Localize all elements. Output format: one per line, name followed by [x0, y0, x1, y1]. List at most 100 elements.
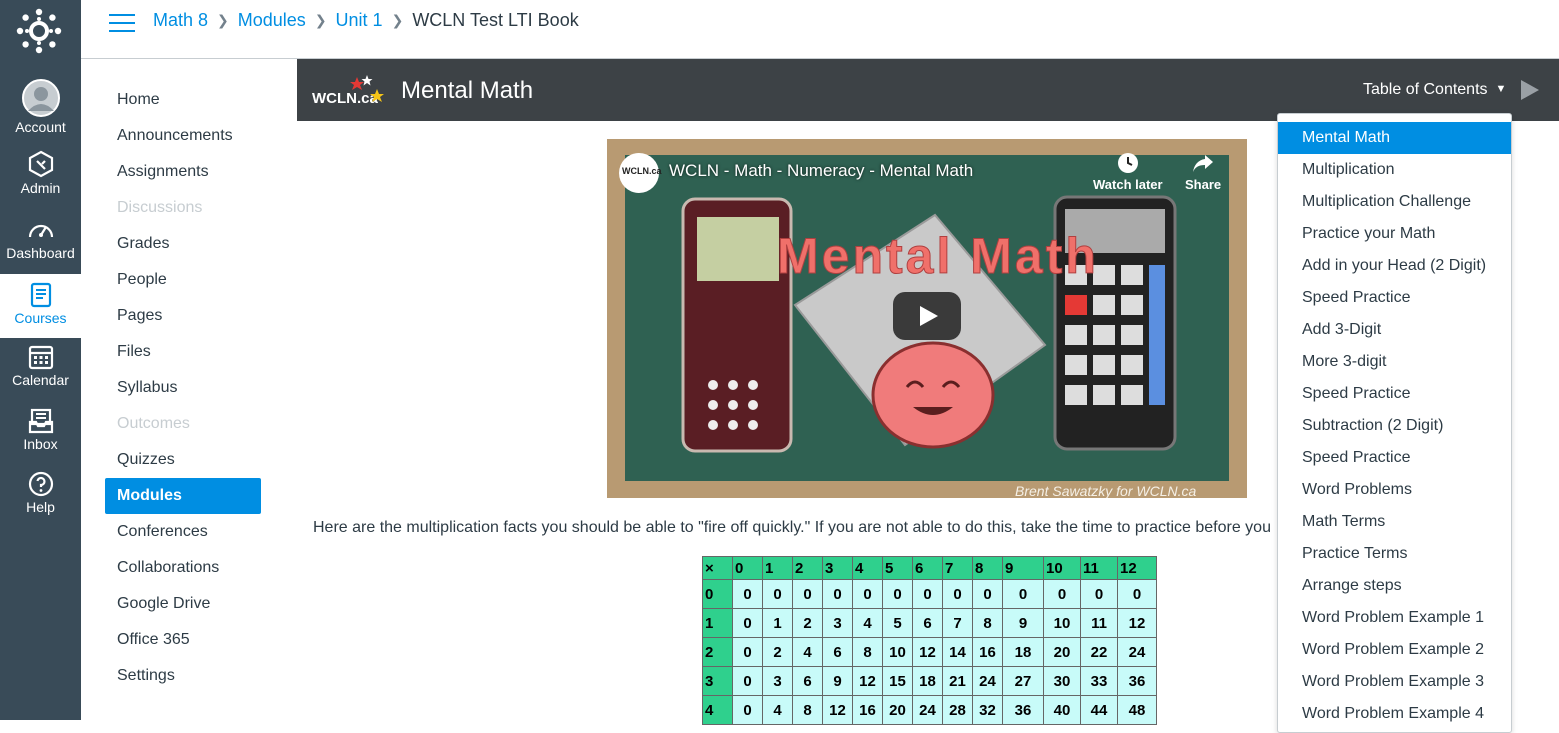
toc-dropdown-button[interactable]: Table of Contents ▼ — [1363, 81, 1506, 99]
table-cell: 0 — [732, 608, 763, 638]
toc-item[interactable]: Add in your Head (2 Digit) — [1278, 250, 1511, 282]
table-cell: 0 — [882, 579, 913, 609]
share-arrow-icon — [1193, 155, 1214, 172]
table-header-cell: 2 — [792, 556, 823, 580]
course-nav-announcements[interactable]: Announcements — [105, 118, 261, 154]
video-credit: Brent Sawatzky for WCLN.ca — [1015, 483, 1197, 498]
global-nav-inbox[interactable]: Inbox — [0, 408, 81, 460]
table-row: 00000000000000 — [702, 579, 1157, 609]
breadcrumb-course[interactable]: Math 8 — [153, 10, 208, 31]
global-nav-account[interactable]: Account — [0, 79, 81, 135]
toc-dropdown-menu: Mental Math Multiplication Multiplication … — [1277, 113, 1512, 733]
course-nav-files[interactable]: Files — [105, 334, 261, 370]
table-row-header: 3 — [702, 666, 733, 696]
caret-down-icon: ▼ — [1495, 83, 1507, 95]
toc-item[interactable]: Multiplication Challenge — [1278, 186, 1511, 218]
table-cell: 6 — [792, 666, 823, 696]
global-nav-help[interactable]: Help — [0, 471, 81, 523]
toc-item[interactable]: Word Problem Example 1 — [1278, 602, 1511, 634]
video-embed[interactable]: WCLN.ca WCLN - Math - Numeracy - Mental … — [607, 139, 1247, 498]
course-nav-syllabus[interactable]: Syllabus — [105, 370, 261, 406]
play-button[interactable] — [893, 292, 961, 340]
table-row-header: 1 — [702, 608, 733, 638]
table-cell: 21 — [942, 666, 973, 696]
video-channel-avatar[interactable]: WCLN.ca — [619, 153, 662, 193]
canvas-logo-icon[interactable] — [16, 8, 62, 54]
course-nav-collaborations[interactable]: Collaborations — [105, 550, 261, 586]
course-nav: Home Announcements Assignments Discussio… — [105, 82, 261, 694]
toc-item[interactable]: Practice Terms — [1278, 538, 1511, 570]
toc-item[interactable]: More 3-digit — [1278, 346, 1511, 378]
course-nav-quizzes[interactable]: Quizzes — [105, 442, 261, 478]
toc-item[interactable]: Subtraction (2 Digit) — [1278, 410, 1511, 442]
table-cell: 6 — [912, 608, 943, 638]
table-cell: 0 — [1002, 579, 1044, 609]
toc-item[interactable]: Math Terms — [1278, 506, 1511, 538]
toc-item[interactable]: Practice your Math — [1278, 218, 1511, 250]
toc-item[interactable]: Word Problem Example 3 — [1278, 666, 1511, 698]
red-star-icon — [350, 77, 364, 90]
table-cell: 8 — [852, 637, 883, 667]
toc-item[interactable]: Add 3-Digit — [1278, 314, 1511, 346]
table-cell: 24 — [972, 666, 1003, 696]
toc-item[interactable]: Mental Math — [1278, 122, 1511, 154]
table-cell: 0 — [852, 579, 883, 609]
table-cell: 4 — [762, 695, 793, 725]
global-nav-label: Courses — [14, 310, 67, 326]
course-nav-assignments[interactable]: Assignments — [105, 154, 261, 190]
video-overlay-title: Mental Math — [777, 228, 1099, 285]
course-nav-discussions[interactable]: Discussions — [105, 190, 261, 226]
toc-item[interactable]: Multiplication — [1278, 154, 1511, 186]
course-nav-pages[interactable]: Pages — [105, 298, 261, 334]
toc-item[interactable]: Speed Practice — [1278, 378, 1511, 410]
next-page-arrow-icon[interactable] — [1519, 78, 1541, 102]
hamburger-menu-icon[interactable] — [109, 14, 135, 34]
toc-item[interactable]: Speed Practice — [1278, 442, 1511, 474]
table-cell: 2 — [762, 637, 793, 667]
course-nav-conferences[interactable]: Conferences — [105, 514, 261, 550]
course-nav-grades[interactable]: Grades — [105, 226, 261, 262]
help-icon — [28, 471, 53, 497]
watch-later-button[interactable]: Watch later — [1093, 151, 1163, 192]
course-nav-outcomes[interactable]: Outcomes — [105, 406, 261, 442]
table-cell: 5 — [882, 608, 913, 638]
breadcrumb-separator-icon: ❯ — [217, 12, 229, 28]
global-nav-admin[interactable]: Admin — [0, 150, 81, 202]
global-nav-label: Inbox — [23, 436, 58, 452]
toc-item[interactable]: Word Problem Example 2 — [1278, 634, 1511, 666]
table-header-cell: 5 — [882, 556, 913, 580]
global-nav-dashboard[interactable]: Dashboard — [0, 217, 81, 269]
global-nav-courses[interactable]: Courses — [0, 274, 81, 338]
toc-item[interactable]: Word Problems — [1278, 474, 1511, 506]
table-row: 3 0 3 6 9 12 15 18 21 24 27 30 33 36 — [702, 666, 1157, 696]
admin-icon — [28, 150, 53, 178]
toc-item[interactable]: Word Problem Example 4 — [1278, 698, 1511, 730]
clock-icon — [1117, 153, 1138, 173]
global-nav: Account Admin Dashboard Courses Calendar… — [0, 0, 81, 720]
table-cell: 3 — [822, 608, 853, 638]
table-cell: 7 — [942, 608, 973, 638]
global-nav-calendar[interactable]: Calendar — [0, 344, 81, 396]
table-cell: 36 — [1002, 695, 1044, 725]
breadcrumb-modules[interactable]: Modules — [238, 10, 306, 31]
breadcrumb-unit[interactable]: Unit 1 — [336, 10, 383, 31]
video-title[interactable]: WCLN - Math - Numeracy - Mental Math — [669, 161, 973, 181]
course-nav-google-drive[interactable]: Google Drive — [105, 586, 261, 622]
table-corner: × — [702, 556, 733, 580]
table-header-cell: 12 — [1117, 556, 1157, 580]
table-cell: 0 — [912, 579, 943, 609]
global-nav-label: Admin — [20, 180, 61, 196]
table-row: 2 0 2 4 6 8 10 12 14 16 18 20 22 24 — [702, 637, 1157, 667]
course-nav-home[interactable]: Home — [105, 82, 261, 118]
global-nav-label: Account — [15, 119, 66, 135]
table-header-cell: 6 — [912, 556, 943, 580]
course-nav-modules[interactable]: Modules — [105, 478, 261, 514]
course-nav-office-365[interactable]: Office 365 — [105, 622, 261, 658]
toc-item[interactable]: Speed Practice — [1278, 282, 1511, 314]
toc-item[interactable]: Arrange steps — [1278, 570, 1511, 602]
course-nav-settings[interactable]: Settings — [105, 658, 261, 694]
share-button[interactable]: Share — [1185, 151, 1221, 192]
table-cell: 16 — [852, 695, 883, 725]
course-nav-people[interactable]: People — [105, 262, 261, 298]
table-cell: 9 — [1002, 608, 1044, 638]
